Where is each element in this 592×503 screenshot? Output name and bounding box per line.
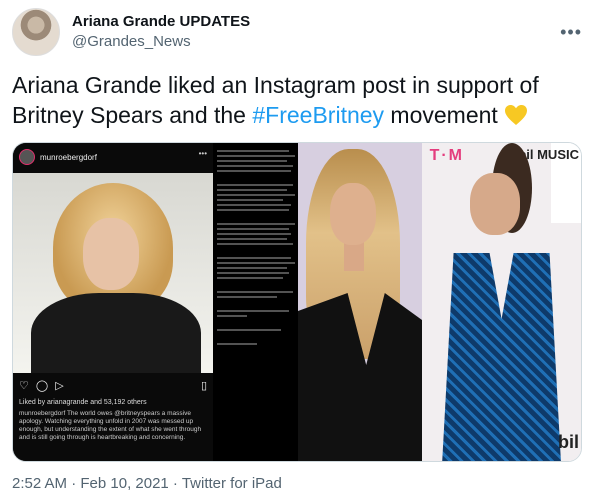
share-icon: ▷ [55,380,64,392]
instagram-likes: Liked by arianagrande and 53,192 others [19,399,147,406]
comment-icon: ◯ [35,380,49,392]
heart-outline-icon: ♡ [19,380,29,392]
tweet-media[interactable]: munroebergdorf ••• ♡ ◯ ▷ ▯ Liked by aria… [12,142,582,462]
author-names: Ariana Grande UPDATES @Grandes_News [72,12,560,52]
instagram-caption: munroebergdorf The world owes @britneysp… [19,410,202,441]
tweet-text-after: movement [384,102,505,128]
instagram-photo-britney [13,173,213,373]
instagram-screenshot[interactable]: munroebergdorf ••• ♡ ◯ ▷ ▯ Liked by aria… [13,143,298,461]
yellow-heart-icon [505,105,528,125]
instagram-more-icon: ••• [198,149,207,158]
photo-britney-spears[interactable] [298,143,422,461]
instagram-avatar [19,149,35,165]
display-name[interactable]: Ariana Grande UPDATES [72,12,560,32]
instagram-username: munroebergdorf [40,152,97,162]
backdrop-signage-bottom: bil [558,432,579,452]
instagram-post-card: munroebergdorf ••• ♡ ◯ ▷ ▯ Liked by aria… [13,143,213,461]
instagram-actions: ♡ ◯ ▷ ▯ [19,379,207,392]
instagram-post-header: munroebergdorf [19,149,97,165]
more-horizontal-icon[interactable]: ••• [560,22,582,43]
avatar[interactable] [12,8,60,56]
tweet-header: Ariana Grande UPDATES @Grandes_News ••• [12,6,582,58]
tweet-text: Ariana Grande liked an Instagram post in… [12,70,582,130]
tweet-timestamp[interactable]: 2:52 AM · Feb 10, 2021 · Twitter for iPa… [12,474,282,494]
backdrop-signage-left: T·M [429,147,464,164]
bookmark-icon: ▯ [200,380,207,392]
photo-ariana-grande[interactable]: T·M bil MUSIC bil [421,143,581,461]
instagram-caption-continued [217,147,297,459]
user-handle[interactable]: @Grandes_News [72,32,560,52]
hashtag-link[interactable]: #FreeBritney [252,102,384,128]
